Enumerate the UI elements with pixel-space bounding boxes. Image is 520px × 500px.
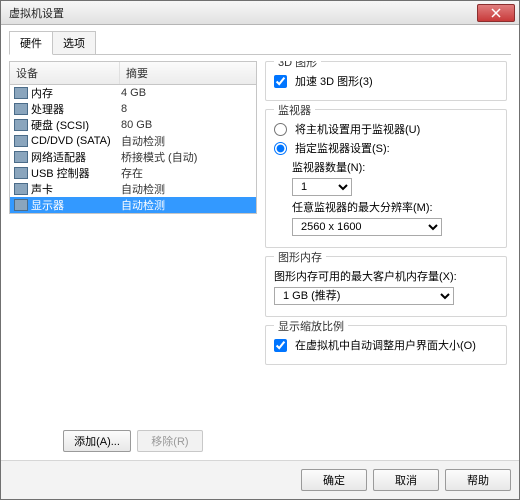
remove-hardware-button: 移除(R) [137,430,203,452]
device-name: 网络适配器 [31,149,121,165]
table-row[interactable]: 声卡自动检测 [10,181,256,197]
auto-scale-checkbox[interactable] [274,339,287,352]
group-display-scaling: 显示缩放比例 在虚拟机中自动调整用户界面大小(O) [265,325,507,365]
device-icon [14,135,28,147]
group-3d-title: 3D 图形 [274,61,321,70]
hardware-list-header: 设备 摘要 [9,61,257,84]
device-name: 硬盘 (SCSI) [31,117,121,133]
dialog-footer: 确定 取消 帮助 [1,460,519,499]
num-monitors-label: 监视器数量(N): [292,159,365,175]
accelerate-3d-checkbox[interactable] [274,75,287,88]
group-gmem-title: 图形内存 [274,249,326,265]
gmem-label: 图形内存可用的最大客户机内存量(X): [274,268,457,284]
group-monitors-title: 监视器 [274,102,315,118]
cancel-button[interactable]: 取消 [373,469,439,491]
num-monitors-select[interactable]: 1 [292,178,352,196]
use-host-label: 将主机设置用于监视器(U) [295,121,420,137]
device-icon [14,151,28,163]
device-icon [14,183,28,195]
device-summary: 8 [121,103,256,115]
table-row[interactable]: USB 控制器存在 [10,165,256,181]
device-summary: 4 GB [121,87,256,99]
device-summary: 80 GB [121,119,256,131]
help-button[interactable]: 帮助 [445,469,511,491]
max-res-label: 任意监视器的最大分辨率(M): [292,199,433,215]
hardware-list[interactable]: 内存4 GB处理器8硬盘 (SCSI)80 GBCD/DVD (SATA)自动检… [9,84,257,214]
max-res-select[interactable]: 2560 x 1600 [292,218,442,236]
device-summary: 存在 [121,165,256,181]
device-icon [14,119,28,131]
device-name: USB 控制器 [31,165,121,181]
add-hardware-button[interactable]: 添加(A)... [63,430,131,452]
auto-scale-label: 在虚拟机中自动调整用户界面大小(O) [295,337,476,353]
tab-options[interactable]: 选项 [52,31,96,54]
table-row[interactable]: 处理器8 [10,101,256,117]
device-name: 内存 [31,85,121,101]
close-icon [491,8,501,18]
device-name: CD/DVD (SATA) [31,135,121,147]
device-name: 声卡 [31,181,121,197]
accelerate-3d-label: 加速 3D 图形(3) [295,73,373,89]
titlebar: 虚拟机设置 [1,1,519,25]
device-icon [14,199,28,211]
ok-button[interactable]: 确定 [301,469,367,491]
device-name: 处理器 [31,101,121,117]
group-3d-graphics: 3D 图形 加速 3D 图形(3) [265,61,507,101]
col-summary: 摘要 [120,62,154,84]
device-summary: 自动检测 [121,181,256,197]
gmem-select[interactable]: 1 GB (推荐) [274,287,454,305]
table-row[interactable]: 内存4 GB [10,85,256,101]
device-name: 显示器 [31,197,121,213]
col-device: 设备 [10,62,120,84]
window-title: 虚拟机设置 [5,5,477,21]
group-monitors: 监视器 将主机设置用于监视器(U) 指定监视器设置(S): 监视器数量(N): … [265,109,507,248]
device-icon [14,87,28,99]
table-row[interactable]: CD/DVD (SATA)自动检测 [10,133,256,149]
tab-hardware[interactable]: 硬件 [9,31,53,55]
tabstrip: 硬件 选项 [9,31,511,55]
device-icon [14,103,28,115]
specify-monitors-radio[interactable] [274,142,287,155]
specify-monitors-label: 指定监视器设置(S): [295,140,390,156]
device-summary: 桥接模式 (自动) [121,149,256,165]
vm-settings-window: 虚拟机设置 硬件 选项 设备 摘要 内存4 GB处理器8硬盘 (SCSI)80 … [0,0,520,500]
table-row[interactable]: 显示器自动检测 [10,197,256,213]
use-host-radio[interactable] [274,123,287,136]
close-button[interactable] [477,4,515,22]
device-icon [14,167,28,179]
group-graphics-memory: 图形内存 图形内存可用的最大客户机内存量(X): 1 GB (推荐) [265,256,507,317]
group-scale-title: 显示缩放比例 [274,318,348,334]
table-row[interactable]: 硬盘 (SCSI)80 GB [10,117,256,133]
device-summary: 自动检测 [121,197,256,213]
table-row[interactable]: 网络适配器桥接模式 (自动) [10,149,256,165]
device-summary: 自动检测 [121,133,256,149]
